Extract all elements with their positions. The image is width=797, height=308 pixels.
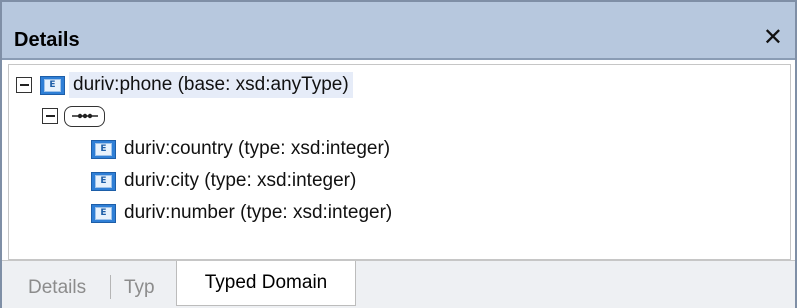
tree-row-child[interactable]: E duriv:country (type: xsd:integer) [91,135,390,163]
tree-row-child[interactable]: E duriv:city (type: xsd:integer) [91,167,356,195]
element-icon-letter: E [95,174,112,188]
element-icon: E [91,203,116,223]
sequence-dots-icon [71,113,98,119]
element-icon-letter: E [95,142,112,156]
tab-bar: Details Typ Typed Domain [2,260,795,308]
tree-item-label[interactable]: duriv:country (type: xsd:integer) [124,138,390,160]
details-panel: Details ✕ E duriv:phone (base: xsd:anyTy… [0,0,797,308]
tab-divider [110,275,111,299]
tree-item-label[interactable]: duriv:phone (base: xsd:anyType) [69,72,353,98]
tree-item-label[interactable]: duriv:city (type: xsd:integer) [124,170,356,192]
element-icon-letter: E [44,78,61,92]
tree-row-compositor[interactable] [42,102,105,130]
sequence-compositor-icon [64,105,105,127]
schema-tree: E duriv:phone (base: xsd:anyType) E duri… [8,64,791,260]
panel-titlebar: Details ✕ [2,2,795,60]
element-icon: E [40,75,65,95]
tab-typ[interactable]: Typ [124,277,155,299]
element-icon: E [91,171,116,191]
tree-row-child[interactable]: E duriv:number (type: xsd:integer) [91,199,392,227]
tree-row-root[interactable]: E duriv:phone (base: xsd:anyType) [16,71,353,99]
tab-details[interactable]: Details [28,277,86,299]
tree-item-label[interactable]: duriv:number (type: xsd:integer) [124,202,392,224]
collapse-icon[interactable] [16,77,32,93]
panel-title: Details [14,29,80,51]
element-icon-letter: E [95,206,112,220]
close-icon[interactable]: ✕ [763,26,783,50]
collapse-icon[interactable] [42,108,58,124]
tab-typed-domain[interactable]: Typed Domain [176,261,356,306]
element-icon: E [91,139,116,159]
